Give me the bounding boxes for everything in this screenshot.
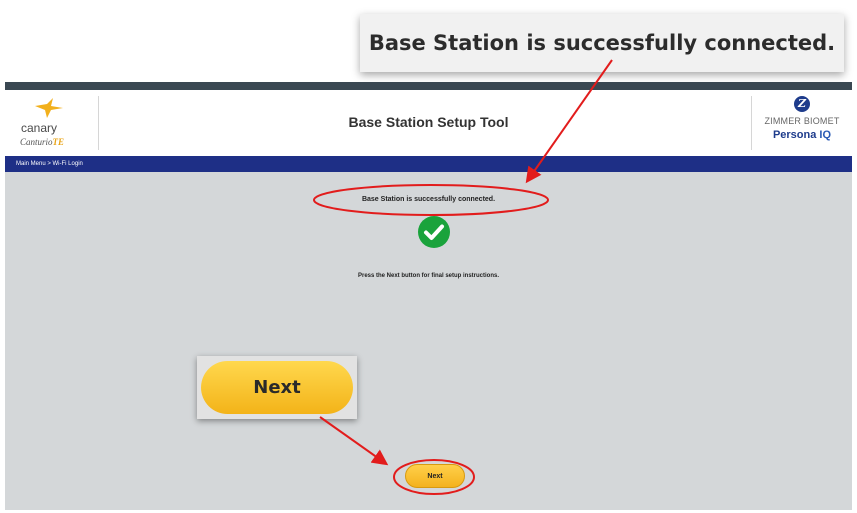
next-callout-pill: Next xyxy=(201,361,353,414)
success-message: Base Station is successfully connected. xyxy=(361,196,496,203)
app-window: canary CanturioTE Base Station Setup Too… xyxy=(5,82,852,510)
zimmer-z-icon: Z xyxy=(794,96,810,112)
header-divider xyxy=(751,96,752,150)
page-title: Base Station Setup Tool xyxy=(348,114,509,130)
canturio-wordmark: CanturioTE xyxy=(20,137,65,147)
app-header: canary CanturioTE Base Station Setup Too… xyxy=(5,90,852,156)
canturio-tc: TE xyxy=(52,137,65,147)
zimmer-wordmark: ZIMMER BIOMET xyxy=(764,116,840,126)
check-circle-icon xyxy=(418,216,450,248)
window-top-bar xyxy=(5,82,852,90)
persona-iq-wordmark: Persona IQ xyxy=(772,129,832,141)
zimmer-biomet-logo: Z ZIMMER BIOMET Persona IQ xyxy=(757,94,847,154)
instruction-text: Press the Next button for final setup in… xyxy=(357,273,499,279)
callout-success: Base Station is successfully connected. xyxy=(360,14,844,72)
next-button[interactable]: Next xyxy=(405,464,465,488)
callout-success-text: Base Station is successfully connected. xyxy=(368,31,836,55)
breadcrumb[interactable]: Main Menu > Wi-Fi Login xyxy=(5,156,852,172)
next-callout: Next xyxy=(197,356,357,419)
